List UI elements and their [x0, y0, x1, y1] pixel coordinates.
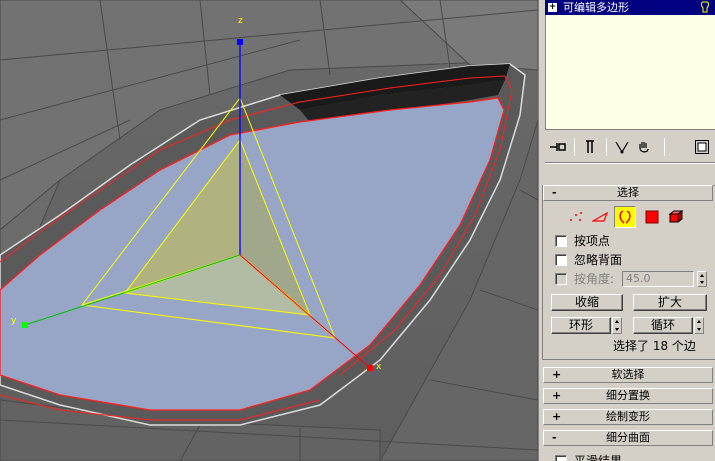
modifier-stack-item[interactable]: + 可编辑多边形	[545, 0, 715, 15]
by-angle-spinner[interactable]	[697, 271, 707, 287]
rollout-subdivision-displacement[interactable]: + 细分置换	[543, 388, 713, 404]
perspective-viewport[interactable]: z y x	[0, 0, 538, 461]
by-vertex-label: 按项点	[574, 234, 611, 248]
rollout-soft-selection[interactable]: + 软选择	[543, 367, 713, 383]
rollout-toggle: +	[552, 389, 562, 402]
configure-modifier-sets-icon[interactable]	[691, 136, 713, 158]
shrink-button[interactable]: 收缩	[551, 294, 623, 311]
x-axis-handle[interactable]	[367, 365, 373, 371]
viewport-canvas[interactable]: z y x	[0, 0, 538, 461]
border-icon[interactable]	[614, 206, 636, 228]
edge-icon[interactable]	[589, 206, 611, 228]
rollout-title: 细分置换	[606, 389, 650, 402]
rollout-toggle: -	[552, 186, 557, 199]
modifier-name: 可编辑多边形	[563, 1, 629, 14]
rollout-title: 细分曲面	[606, 431, 650, 444]
show-end-result-icon[interactable]	[579, 136, 601, 158]
rollout-toggle: +	[552, 410, 562, 423]
ring-spinner[interactable]	[612, 317, 622, 334]
by-angle-input[interactable]: 45.0	[622, 271, 694, 287]
stack-toolbar	[545, 134, 715, 164]
by-angle-checkbox[interactable]	[555, 273, 567, 285]
loop-button[interactable]: 循环	[633, 317, 693, 334]
y-axis-handle[interactable]	[22, 322, 28, 328]
ignore-backfacing-checkbox[interactable]	[555, 254, 567, 266]
rollout-paint-deformation[interactable]: + 绘制变形	[543, 409, 713, 425]
z-axis-handle[interactable]	[237, 39, 243, 45]
y-axis-label: y	[11, 316, 17, 326]
loop-spinner[interactable]	[694, 317, 704, 334]
rollout-toggle: -	[552, 431, 557, 444]
bulb-icon[interactable]	[700, 0, 710, 15]
rollout-selection-header[interactable]: - 选择	[543, 185, 713, 201]
rollout-toggle: +	[552, 368, 562, 381]
pin-stack-icon[interactable]	[547, 136, 569, 158]
by-vertex-checkbox[interactable]	[555, 235, 567, 247]
expand-toggle[interactable]: +	[548, 3, 557, 12]
rollout-title: 绘制变形	[606, 410, 650, 423]
make-unique-icon[interactable]	[611, 136, 633, 158]
rollout-subdivision-surface[interactable]: - 细分曲面	[543, 430, 713, 446]
modifier-stack-list[interactable]	[545, 15, 715, 130]
rollout-title: 选择	[617, 186, 639, 199]
vertex-icon[interactable]	[565, 206, 587, 228]
grow-button[interactable]: 扩大	[633, 294, 707, 311]
polygon-icon[interactable]	[641, 206, 663, 228]
smooth-result-label: 平滑结果	[574, 454, 623, 461]
ring-button[interactable]: 环形	[551, 317, 611, 334]
x-axis-label: x	[376, 362, 382, 372]
z-axis-label: z	[238, 16, 243, 26]
ignore-backfacing-label: 忽略背面	[574, 253, 623, 267]
smooth-result-checkbox[interactable]	[555, 455, 567, 461]
element-icon[interactable]	[665, 206, 687, 228]
selection-status-text: 选择了 18 个边	[613, 339, 696, 353]
rollout-title: 软选择	[611, 368, 645, 381]
by-angle-label: 按角度:	[574, 272, 615, 286]
remove-modifier-icon[interactable]	[633, 136, 655, 158]
